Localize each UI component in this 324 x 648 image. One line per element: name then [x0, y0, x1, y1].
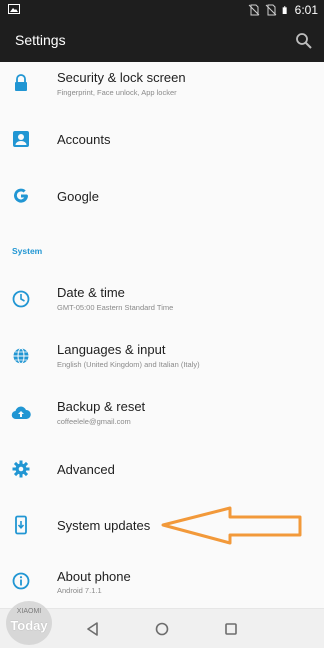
recents-icon[interactable]	[223, 621, 239, 637]
settings-item-summary: coffeelele@gmail.com	[57, 417, 131, 426]
status-time: 6:01	[294, 3, 318, 17]
lock-icon	[15, 74, 27, 91]
watermark-top-text: XIAOMI	[16, 608, 42, 615]
settings-item-label: System updates	[57, 518, 151, 533]
google-icon	[14, 188, 28, 203]
settings-item-about-phone[interactable]: About phone Android 7.1.1	[0, 556, 324, 608]
settings-item-accounts[interactable]: Accounts	[0, 114, 324, 166]
page-title: Settings	[15, 32, 66, 48]
status-icons: 6:01	[248, 2, 318, 18]
clock-icon	[12, 290, 30, 308]
settings-item-backup-reset[interactable]: Backup & reset coffeelele@gmail.com	[0, 388, 324, 440]
gear-icon	[12, 460, 30, 478]
settings-item-label: Security & lock screen	[57, 70, 186, 85]
settings-item-summary: Fingerprint, Face unlock, App locker	[57, 88, 177, 97]
image-icon	[8, 4, 20, 14]
home-icon[interactable]	[154, 621, 170, 637]
search-icon[interactable]	[295, 32, 313, 50]
annotation-arrow	[161, 506, 302, 545]
settings-item-date-time[interactable]: Date & time GMT-05:00 Eastern Standard T…	[0, 274, 324, 326]
account-box-icon	[13, 131, 29, 147]
settings-item-security[interactable]: Security & lock screen Fingerprint, Face…	[0, 62, 324, 106]
settings-item-languages[interactable]: Languages & input English (United Kingdo…	[0, 331, 324, 383]
battery-icon	[282, 6, 287, 14]
back-icon[interactable]	[85, 621, 101, 637]
settings-item-label: About phone	[57, 569, 131, 584]
watermark-logo: XIAOMI Today	[6, 601, 52, 645]
settings-item-advanced[interactable]: Advanced	[0, 444, 324, 496]
app-bar: Settings	[0, 20, 324, 62]
settings-item-label: Google	[57, 189, 99, 204]
no-sim-icon	[248, 4, 259, 16]
no-sim-icon	[265, 4, 276, 16]
settings-item-label: Date & time	[57, 285, 125, 300]
phone-update-icon	[15, 515, 27, 535]
info-icon	[12, 572, 30, 590]
settings-item-summary: Android 7.1.1	[57, 586, 102, 595]
settings-item-label: Accounts	[57, 132, 111, 147]
watermark-bottom-text: Today	[10, 618, 48, 633]
cloud-upload-icon	[11, 406, 31, 420]
settings-item-label: Backup & reset	[57, 399, 146, 414]
settings-item-label: Languages & input	[57, 342, 166, 357]
settings-item-summary: English (United Kingdom) and Italian (It…	[57, 360, 200, 369]
settings-item-summary: GMT-05:00 Eastern Standard Time	[57, 303, 174, 312]
globe-icon	[13, 348, 29, 364]
status-bar: 6:01	[0, 0, 324, 20]
settings-item-label: Advanced	[57, 462, 115, 477]
settings-item-google[interactable]: Google	[0, 170, 324, 222]
section-header-system: System	[12, 246, 43, 256]
